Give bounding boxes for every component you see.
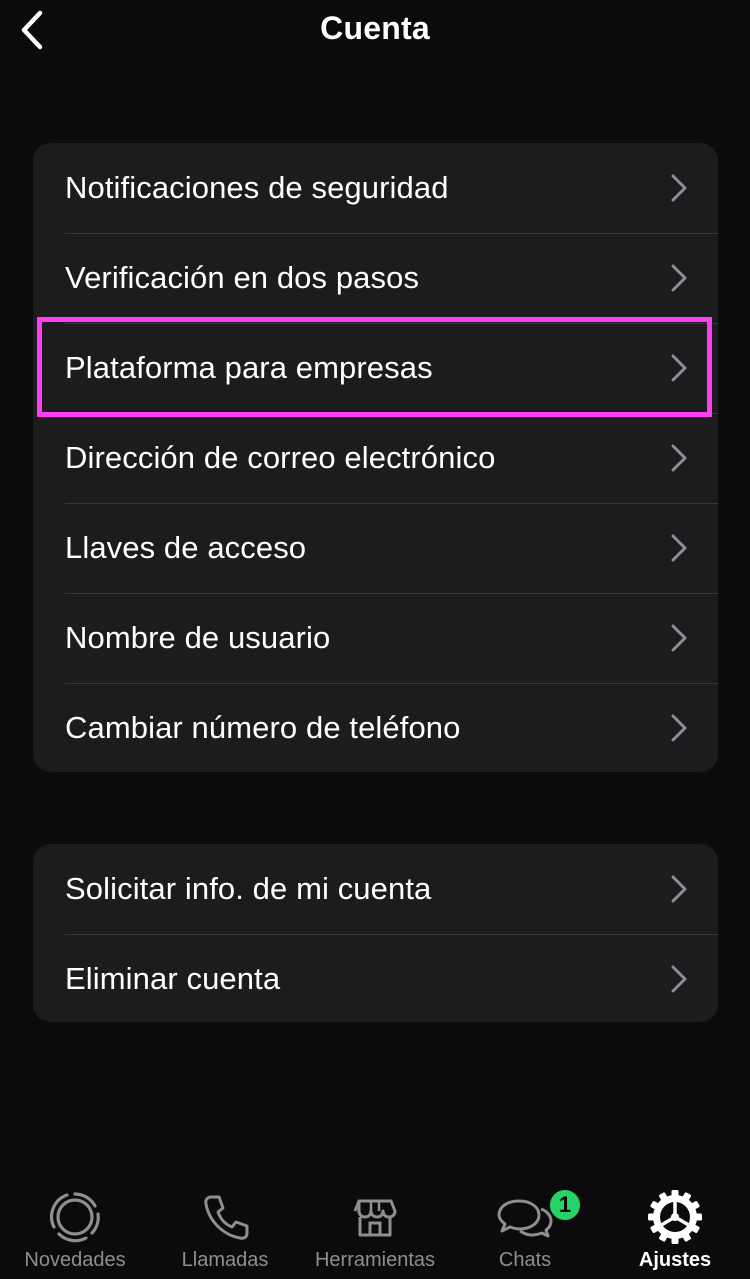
- tab-llamadas[interactable]: Llamadas: [165, 1179, 285, 1279]
- status-icon: [49, 1192, 100, 1243]
- unread-badge: 1: [548, 1188, 582, 1222]
- account-options-group: Notificaciones de seguridad Verificación…: [33, 143, 718, 772]
- row-security-notifications[interactable]: Notificaciones de seguridad: [33, 143, 718, 233]
- chevron-right-icon: [671, 714, 687, 742]
- chevron-right-icon: [671, 624, 687, 652]
- tab-label: Novedades: [24, 1249, 126, 1271]
- chevron-right-icon: [671, 534, 687, 562]
- row-request-account-info[interactable]: Solicitar info. de mi cuenta: [33, 844, 718, 934]
- chevron-right-icon: [671, 354, 687, 382]
- row-label: Plataforma para empresas: [65, 350, 433, 385]
- row-passkeys[interactable]: Llaves de acceso: [33, 503, 718, 593]
- row-email-address[interactable]: Dirección de correo electrónico: [33, 413, 718, 503]
- chevron-right-icon: [671, 174, 687, 202]
- nav-header: Cuenta: [0, 0, 750, 64]
- row-label: Dirección de correo electrónico: [65, 440, 496, 475]
- row-username[interactable]: Nombre de usuario: [33, 593, 718, 683]
- tab-label: Herramientas: [314, 1249, 436, 1271]
- row-two-step-verification[interactable]: Verificación en dos pasos: [33, 233, 718, 323]
- chevron-right-icon: [671, 264, 687, 292]
- chat-bubbles-icon: [497, 1199, 553, 1238]
- tab-herramientas[interactable]: Herramientas: [300, 1179, 450, 1279]
- gear-icon: [648, 1190, 702, 1244]
- tab-ajustes[interactable]: Ajustes: [615, 1179, 735, 1279]
- page-title: Cuenta: [320, 10, 430, 46]
- row-label: Nombre de usuario: [65, 620, 331, 655]
- account-data-group: Solicitar info. de mi cuenta Eliminar cu…: [33, 844, 718, 1022]
- row-label: Eliminar cuenta: [65, 961, 281, 996]
- row-change-phone-number[interactable]: Cambiar número de teléfono: [33, 683, 718, 772]
- tab-label: Ajustes: [638, 1249, 712, 1271]
- phone-icon: [204, 1195, 249, 1240]
- tab-label: Chats: [498, 1249, 552, 1271]
- row-label: Notificaciones de seguridad: [65, 170, 449, 205]
- tab-bar: Novedades Llamadas Herramientas Chats Aj…: [0, 1179, 750, 1279]
- row-label: Llaves de acceso: [65, 530, 307, 565]
- tab-novedades[interactable]: Novedades: [15, 1179, 135, 1279]
- chevron-right-icon: [671, 965, 687, 993]
- row-business-platform[interactable]: Plataforma para empresas: [33, 323, 718, 413]
- row-label: Verificación en dos pasos: [65, 260, 420, 295]
- row-label: Solicitar info. de mi cuenta: [65, 871, 432, 906]
- tab-label: Llamadas: [181, 1249, 269, 1271]
- store-icon: [353, 1199, 397, 1237]
- chevron-right-icon: [671, 444, 687, 472]
- row-delete-account[interactable]: Eliminar cuenta: [33, 934, 718, 1022]
- account-settings-screen: Cuenta Notificaciones de seguridad Verif…: [0, 0, 750, 1279]
- row-label: Cambiar número de teléfono: [65, 710, 461, 745]
- chevron-right-icon: [671, 875, 687, 903]
